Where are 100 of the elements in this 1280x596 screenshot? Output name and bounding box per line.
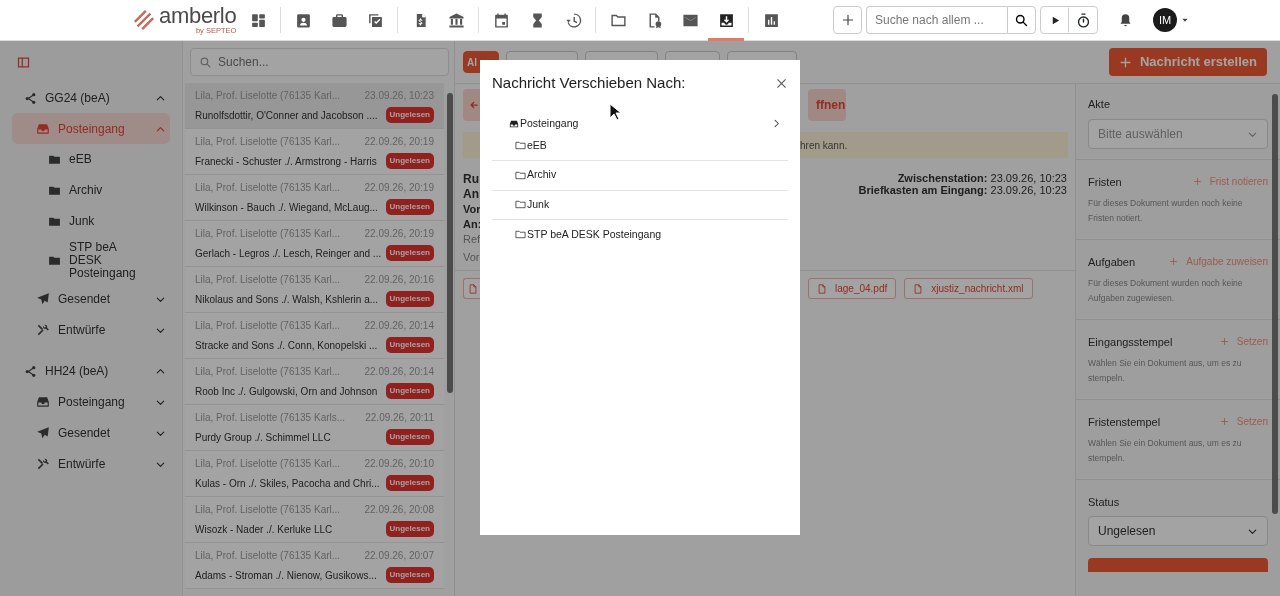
bell-icon[interactable] — [1118, 13, 1133, 29]
tools-icon — [36, 456, 50, 471]
attachment-chip[interactable]: xjustiz_nachricht.xml — [904, 278, 1033, 299]
folder-icon — [515, 169, 526, 181]
user-avatar[interactable]: IM — [1153, 8, 1177, 32]
inbox-download-icon — [717, 11, 735, 29]
message-title: An — [463, 187, 480, 202]
plus-icon — [1118, 55, 1132, 69]
folder-icon — [515, 199, 526, 211]
search-button[interactable] — [1007, 6, 1036, 34]
sidebar-item[interactable]: Entwürfe — [0, 314, 182, 345]
folder-tree-item[interactable]: Posteingang — [492, 116, 788, 131]
message-date: 22.09.26, 20:19 — [364, 227, 434, 241]
arrow-left-icon — [469, 99, 479, 110]
add-button[interactable] — [833, 6, 862, 34]
field-label: Vor — [463, 202, 482, 217]
sidebar-subfolder[interactable]: Archiv — [0, 175, 182, 206]
sidebar-item[interactable]: Gesendet — [0, 417, 182, 448]
scrollbar[interactable] — [1272, 94, 1278, 514]
message-date: 22.09.26, 20:19 — [364, 181, 434, 195]
notice-text: hren kann. — [800, 138, 849, 153]
message-date: 22.09.26, 20:19 — [364, 135, 434, 149]
contact-card-icon — [294, 11, 312, 29]
close-icon[interactable] — [775, 76, 788, 90]
message-subject: Roob Inc ./. Gulgowski, Orn and Johnson — [195, 384, 378, 399]
share-icon — [24, 91, 37, 105]
account-name[interactable]: GG24 (beA) — [45, 88, 110, 107]
message-subject: Adams - Stroman ./. Nienow, Gusikows... — [195, 568, 377, 583]
calendar-icon — [492, 11, 510, 29]
bar-chart-icon — [762, 11, 780, 29]
sidebar-item[interactable]: Posteingang — [0, 386, 182, 417]
folder-icon — [48, 153, 61, 166]
plus-icon — [1219, 417, 1229, 427]
status-badge: Ungelesen — [385, 475, 434, 491]
search-icon — [199, 56, 212, 69]
message-date: 22.09.26, 20:08 — [364, 503, 434, 517]
message-subject: Gerlach - Legros ./. Lesch, Reinger and ... — [195, 246, 382, 261]
sidebar-item[interactable]: Gesendet — [0, 283, 182, 314]
section-title: Eingangsstempel — [1088, 334, 1173, 350]
briefcase-icon — [330, 11, 348, 29]
attachment-chip[interactable]: lage_04.pdf — [808, 278, 897, 299]
folder-tree-item[interactable]: STP beA DESK Posteingang — [492, 220, 788, 250]
folder-icon — [515, 229, 526, 241]
timestamp-label: Zwischenstation: — [897, 172, 988, 184]
timestamp-value: 23.09.26, 10:23 — [990, 184, 1067, 196]
scrollbar[interactable] — [447, 93, 453, 393]
folder-tree-item[interactable]: Archiv — [492, 161, 788, 191]
status-badge: Ungelesen — [385, 383, 434, 399]
tools-icon — [36, 322, 50, 337]
file-icon — [817, 283, 827, 294]
status-badge: Ungelesen — [385, 245, 434, 261]
message-subject: Stracke and Sons ./. Conn, Konopelski ... — [195, 338, 378, 353]
sidebar-subfolder[interactable]: STP beA DESK Posteingang — [0, 237, 182, 283]
field-label: Vor — [463, 250, 481, 265]
message-subject: Purdy Group ./. Schimmel LLC — [195, 430, 331, 445]
message-sender: Lila, Prof. Liselotte (76135 Karl... — [195, 181, 341, 195]
message-date: 22.09.26, 20:07 — [364, 549, 434, 563]
sidebar-item[interactable]: Entwürfe — [0, 448, 182, 479]
inbox-icon — [36, 121, 50, 136]
search-field[interactable]: Suchen... — [190, 48, 449, 76]
message-subject: Wisozk - Nader ./. Kerluke LLC — [195, 522, 333, 537]
plus-icon — [840, 13, 855, 27]
section-title: Aufgaben — [1088, 254, 1136, 270]
message-subject: Runolfsdottir, O'Conner and Jacobson .... — [195, 108, 378, 123]
field-label: Akte — [1088, 97, 1111, 112]
timestamp-label: Briefkasten am Eingang: — [858, 184, 988, 196]
account-name[interactable]: HH24 (beA) — [45, 361, 109, 380]
cursor-icon — [609, 103, 620, 120]
status-badge: Ungelesen — [385, 153, 434, 169]
caret-down-icon[interactable] — [1181, 16, 1189, 24]
sidebar-toggle-icon[interactable] — [16, 55, 31, 71]
status-badge: Ungelesen — [385, 429, 434, 445]
sidebar-subfolder[interactable]: eEB — [0, 144, 182, 175]
folder-tree-item[interactable]: Junk — [492, 190, 788, 220]
global-search-field[interactable]: Suche nach allem ... — [866, 6, 1007, 34]
section-text: Für dieses Dokument wurden noch keine Aufgaben zugewiesen. — [1088, 277, 1244, 305]
dialog-title: Nachricht Verschieben Nach: — [492, 73, 686, 93]
status-select[interactable]: Ungelesen — [1088, 516, 1268, 546]
status-badge: Ungelesen — [385, 107, 434, 123]
message-sender: Lila, Prof. Liselotte (76135 Karls... — [195, 411, 346, 425]
message-sender: Lila, Prof. Liselotte (76135 Karl... — [195, 227, 341, 241]
logo-stripes-icon — [133, 9, 155, 31]
search-icon — [1014, 12, 1029, 28]
logo-text: amberlo — [159, 5, 237, 28]
folder-icon — [48, 184, 61, 197]
sidebar-subfolder[interactable]: Junk — [0, 206, 182, 237]
section-text: Wählen Sie ein Dokument aus, um es zu stempeln. — [1088, 437, 1243, 465]
dashboard-icon — [249, 11, 267, 29]
section-text: Wählen Sie ein Dokument aus, um es zu stempeln. — [1088, 357, 1243, 385]
folder-tree-item[interactable]: eEB — [492, 131, 788, 161]
section-text: Für dieses Dokument wurden noch keine Fristen notiert. — [1088, 197, 1244, 225]
paper-plane-icon — [36, 291, 50, 306]
folder-icon — [48, 215, 61, 228]
folder-icon — [515, 140, 526, 152]
status-badge: Ungelesen — [385, 521, 434, 537]
message-sender: Lila, Prof. Liselotte (76135 Karl... — [195, 457, 341, 471]
message-subject: Nikolaus and Sons ./. Walsh, Kshlerin a... — [195, 292, 379, 307]
status-badge: Ungelesen — [385, 567, 434, 583]
message-subject: Franecki - Schuster ./. Armstrong - Harris — [195, 154, 377, 169]
plus-icon — [1169, 257, 1179, 267]
